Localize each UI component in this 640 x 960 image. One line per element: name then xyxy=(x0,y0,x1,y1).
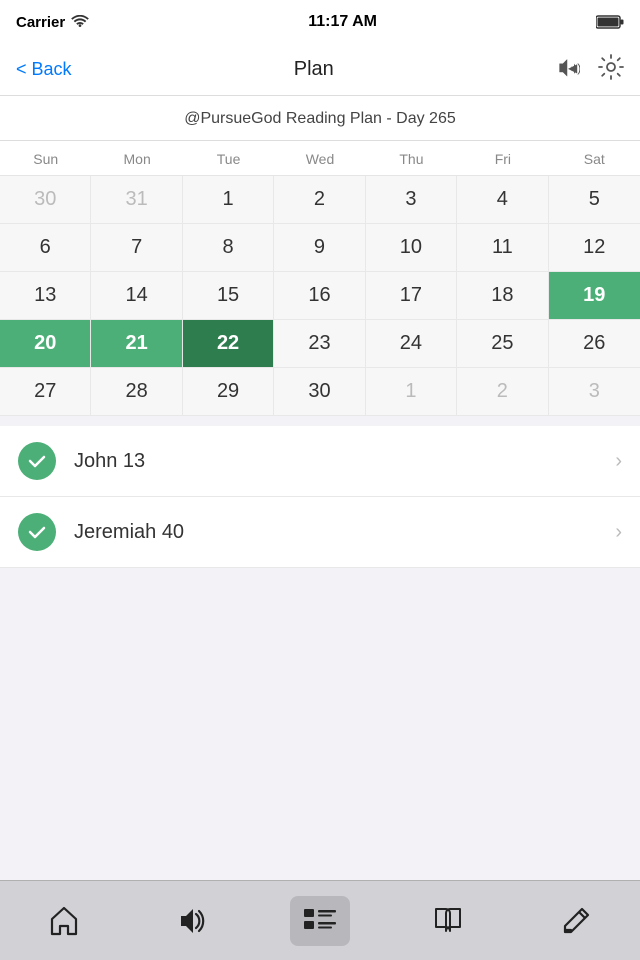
tab-home[interactable] xyxy=(34,896,94,946)
calendar-day[interactable]: 9 xyxy=(274,224,365,272)
calendar-day[interactable]: 18 xyxy=(457,272,548,320)
calendar-day[interactable]: 24 xyxy=(366,320,457,368)
home-icon xyxy=(48,906,80,936)
tab-edit[interactable] xyxy=(546,896,606,946)
reading-item[interactable]: Jeremiah 40› xyxy=(0,497,640,568)
reading-chevron-icon: › xyxy=(615,450,622,473)
back-label: < Back xyxy=(16,59,72,80)
calendar-day[interactable]: 26 xyxy=(549,320,640,368)
reading-checkmark xyxy=(18,513,56,551)
calendar-day[interactable]: 7 xyxy=(91,224,182,272)
nav-bar: < Back Plan ◀) xyxy=(0,44,640,96)
day-sat: Sat xyxy=(549,141,640,176)
calendar-day[interactable]: 4 xyxy=(457,176,548,224)
status-left: Carrier xyxy=(16,14,89,31)
calendar-day[interactable]: 10 xyxy=(366,224,457,272)
reading-checkmark xyxy=(18,442,56,480)
plan-title: @PursueGod Reading Plan - Day 265 xyxy=(0,96,640,141)
calendar-day[interactable]: 11 xyxy=(457,224,548,272)
calendar-day[interactable]: 28 xyxy=(91,368,182,416)
calendar-day[interactable]: 13 xyxy=(0,272,91,320)
calendar-day[interactable]: 3 xyxy=(549,368,640,416)
pencil-icon xyxy=(561,906,591,936)
calendar-day[interactable]: 27 xyxy=(0,368,91,416)
calendar-day[interactable]: 6 xyxy=(0,224,91,272)
calendar-day[interactable]: 19 xyxy=(549,272,640,320)
day-mon: Mon xyxy=(91,141,182,176)
tab-audio[interactable] xyxy=(162,896,222,946)
day-sun: Sun xyxy=(0,141,91,176)
tab-book[interactable] xyxy=(418,896,478,946)
battery-icon xyxy=(596,15,624,29)
reading-item[interactable]: John 13› xyxy=(0,426,640,497)
status-right xyxy=(596,15,624,29)
reading-label: Jeremiah 40 xyxy=(74,521,615,544)
calendar-day[interactable]: 1 xyxy=(366,368,457,416)
calendar-day[interactable]: 2 xyxy=(457,368,548,416)
status-time: 11:17 AM xyxy=(308,13,377,31)
tab-bar xyxy=(0,880,640,960)
calendar-day[interactable]: 30 xyxy=(274,368,365,416)
calendar-day[interactable]: 31 xyxy=(91,176,182,224)
calendar-day[interactable]: 14 xyxy=(91,272,182,320)
calendar-day[interactable]: 30 xyxy=(0,176,91,224)
calendar-day[interactable]: 3 xyxy=(366,176,457,224)
calendar-day[interactable]: 29 xyxy=(183,368,274,416)
speaker-icon xyxy=(176,906,208,936)
audio-icon[interactable]: ◀) xyxy=(556,56,580,83)
calendar-day[interactable]: 25 xyxy=(457,320,548,368)
calendar-day[interactable]: 23 xyxy=(274,320,365,368)
calendar-day[interactable]: 12 xyxy=(549,224,640,272)
settings-icon[interactable] xyxy=(598,54,624,85)
calendar-day[interactable]: 2 xyxy=(274,176,365,224)
day-thu: Thu xyxy=(366,141,457,176)
calendar-grid: 3031123456789101112131415161718192021222… xyxy=(0,176,640,416)
calendar-day[interactable]: 8 xyxy=(183,224,274,272)
calendar-day[interactable]: 16 xyxy=(274,272,365,320)
list-icon xyxy=(302,905,338,937)
carrier-label: Carrier xyxy=(16,14,65,31)
calendar: Sun Mon Tue Wed Thu Fri Sat 303112345678… xyxy=(0,141,640,416)
nav-title: Plan xyxy=(294,58,334,81)
calendar-day[interactable]: 15 xyxy=(183,272,274,320)
reading-chevron-icon: › xyxy=(615,521,622,544)
day-tue: Tue xyxy=(183,141,274,176)
reading-list: John 13›Jeremiah 40› xyxy=(0,426,640,568)
plan-title-text: @PursueGod Reading Plan - Day 265 xyxy=(184,110,456,127)
nav-actions: ◀) xyxy=(556,54,624,85)
wifi-icon xyxy=(71,15,89,29)
book-icon xyxy=(432,905,464,937)
back-button[interactable]: < Back xyxy=(16,59,72,80)
day-wed: Wed xyxy=(274,141,365,176)
day-fri: Fri xyxy=(457,141,548,176)
calendar-day[interactable]: 22 xyxy=(183,320,274,368)
tab-list[interactable] xyxy=(290,896,350,946)
calendar-day[interactable]: 21 xyxy=(91,320,182,368)
calendar-day[interactable]: 5 xyxy=(549,176,640,224)
status-bar: Carrier 11:17 AM xyxy=(0,0,640,44)
svg-text:◀): ◀) xyxy=(568,61,580,75)
calendar-header: Sun Mon Tue Wed Thu Fri Sat xyxy=(0,141,640,176)
reading-label: John 13 xyxy=(74,450,615,473)
calendar-day[interactable]: 17 xyxy=(366,272,457,320)
calendar-day[interactable]: 20 xyxy=(0,320,91,368)
calendar-day[interactable]: 1 xyxy=(183,176,274,224)
